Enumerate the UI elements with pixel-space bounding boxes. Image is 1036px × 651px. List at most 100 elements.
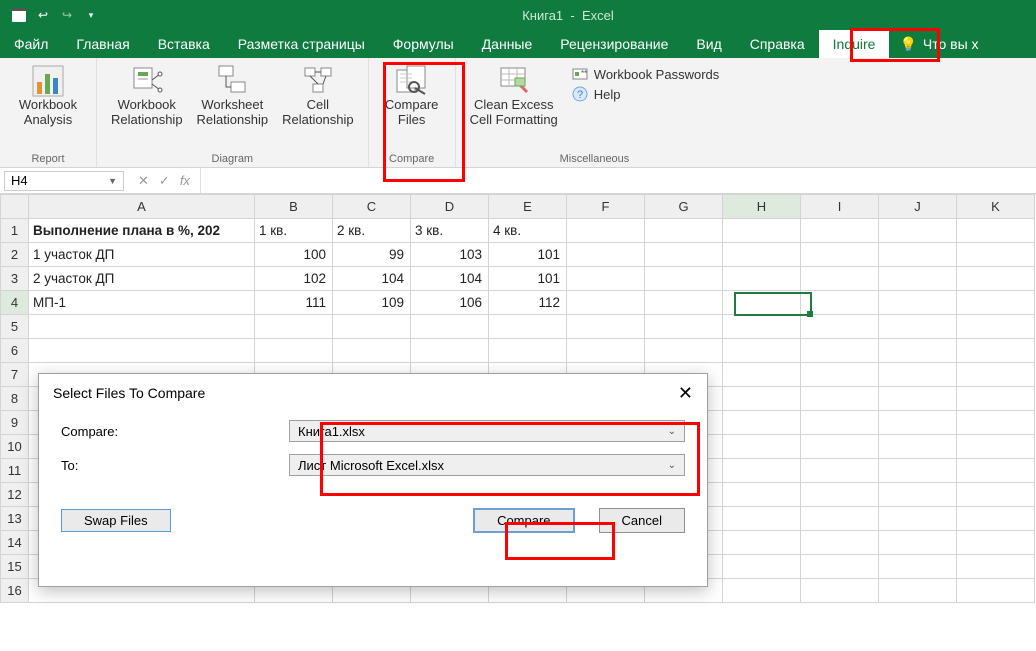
compare-combo[interactable]: Книга1.xlsx ⌄ — [289, 420, 685, 442]
cell[interactable] — [801, 531, 879, 555]
save-icon[interactable] — [10, 6, 28, 24]
tell-me[interactable]: 💡 Что вы х — [889, 30, 988, 58]
cell[interactable] — [801, 459, 879, 483]
cell[interactable] — [879, 339, 957, 363]
row-header[interactable]: 9 — [1, 411, 29, 435]
cell[interactable]: 100 — [255, 243, 333, 267]
cell[interactable] — [801, 267, 879, 291]
cell[interactable] — [723, 459, 801, 483]
cell[interactable] — [801, 339, 879, 363]
col-header[interactable]: F — [567, 195, 645, 219]
cell[interactable] — [723, 507, 801, 531]
cell[interactable]: Выполнение плана в %, 202 — [29, 219, 255, 243]
cell[interactable] — [957, 339, 1035, 363]
cell[interactable] — [567, 315, 645, 339]
col-header[interactable]: H — [723, 195, 801, 219]
cell[interactable] — [879, 387, 957, 411]
row-header[interactable]: 12 — [1, 483, 29, 507]
fx-icon[interactable]: fx — [180, 173, 190, 188]
cell[interactable] — [645, 219, 723, 243]
row-header[interactable]: 4 — [1, 291, 29, 315]
cell[interactable]: 109 — [333, 291, 411, 315]
cell[interactable] — [723, 483, 801, 507]
cell[interactable]: 102 — [255, 267, 333, 291]
tab-formulas[interactable]: Формулы — [379, 30, 468, 58]
cell[interactable] — [957, 411, 1035, 435]
cell[interactable] — [879, 315, 957, 339]
redo-icon[interactable]: ↪ — [58, 6, 76, 24]
cell[interactable] — [957, 267, 1035, 291]
cell[interactable]: МП-1 — [29, 291, 255, 315]
cell[interactable] — [957, 579, 1035, 603]
cell[interactable] — [957, 507, 1035, 531]
cell[interactable] — [723, 579, 801, 603]
cell[interactable] — [957, 555, 1035, 579]
cell[interactable] — [567, 219, 645, 243]
worksheet-relationship-button[interactable]: WorksheetRelationship — [193, 62, 273, 130]
col-header[interactable]: A — [29, 195, 255, 219]
cell[interactable]: 103 — [411, 243, 489, 267]
col-header[interactable]: C — [333, 195, 411, 219]
tab-help[interactable]: Справка — [736, 30, 819, 58]
to-combo[interactable]: Лист Microsoft Excel.xlsx ⌄ — [289, 454, 685, 476]
name-box[interactable]: H4 ▼ — [4, 171, 124, 191]
cancel-edit-icon[interactable]: ✕ — [138, 173, 149, 189]
cell[interactable] — [645, 267, 723, 291]
row-header[interactable]: 2 — [1, 243, 29, 267]
col-header[interactable]: I — [801, 195, 879, 219]
cell[interactable] — [801, 507, 879, 531]
cell[interactable] — [879, 435, 957, 459]
cell[interactable]: 112 — [489, 291, 567, 315]
row-header[interactable]: 10 — [1, 435, 29, 459]
cell[interactable] — [723, 363, 801, 387]
row-header[interactable]: 8 — [1, 387, 29, 411]
cell[interactable] — [723, 243, 801, 267]
cell[interactable] — [879, 411, 957, 435]
qat-customize-icon[interactable]: ▾ — [82, 6, 100, 24]
row-header[interactable]: 13 — [1, 507, 29, 531]
workbook-analysis-button[interactable]: WorkbookAnalysis — [10, 62, 86, 130]
col-header[interactable]: J — [879, 195, 957, 219]
row-header[interactable]: 1 — [1, 219, 29, 243]
cell[interactable] — [723, 555, 801, 579]
cell[interactable] — [489, 339, 567, 363]
cell[interactable] — [957, 483, 1035, 507]
cell[interactable] — [879, 267, 957, 291]
cell[interactable]: 101 — [489, 267, 567, 291]
row-header[interactable]: 6 — [1, 339, 29, 363]
cell[interactable]: 1 кв. — [255, 219, 333, 243]
col-header[interactable]: K — [957, 195, 1035, 219]
row-header[interactable]: 11 — [1, 459, 29, 483]
cell[interactable] — [567, 267, 645, 291]
cell[interactable] — [255, 315, 333, 339]
select-all-corner[interactable] — [1, 195, 29, 219]
cell[interactable]: 104 — [333, 267, 411, 291]
row-header[interactable]: 3 — [1, 267, 29, 291]
cell[interactable] — [723, 291, 801, 315]
row-header[interactable]: 16 — [1, 579, 29, 603]
cell[interactable] — [957, 219, 1035, 243]
undo-icon[interactable]: ↩ — [34, 6, 52, 24]
tab-page-layout[interactable]: Разметка страницы — [224, 30, 379, 58]
cell[interactable] — [801, 219, 879, 243]
cell[interactable] — [645, 291, 723, 315]
cell[interactable] — [801, 411, 879, 435]
cell[interactable] — [645, 315, 723, 339]
tab-file[interactable]: Файл — [0, 30, 62, 58]
cell[interactable] — [879, 459, 957, 483]
cell[interactable] — [879, 219, 957, 243]
help-button[interactable]: ? Help — [568, 84, 723, 104]
row-header[interactable]: 15 — [1, 555, 29, 579]
cell[interactable] — [801, 579, 879, 603]
cell[interactable] — [957, 531, 1035, 555]
cell[interactable] — [879, 531, 957, 555]
row-header[interactable]: 14 — [1, 531, 29, 555]
cell[interactable] — [411, 315, 489, 339]
cell[interactable] — [801, 435, 879, 459]
cell[interactable]: 104 — [411, 267, 489, 291]
cell[interactable] — [567, 243, 645, 267]
cell[interactable]: 2 кв. — [333, 219, 411, 243]
formula-input[interactable] — [200, 168, 1036, 193]
cell[interactable] — [957, 315, 1035, 339]
cell[interactable] — [723, 339, 801, 363]
